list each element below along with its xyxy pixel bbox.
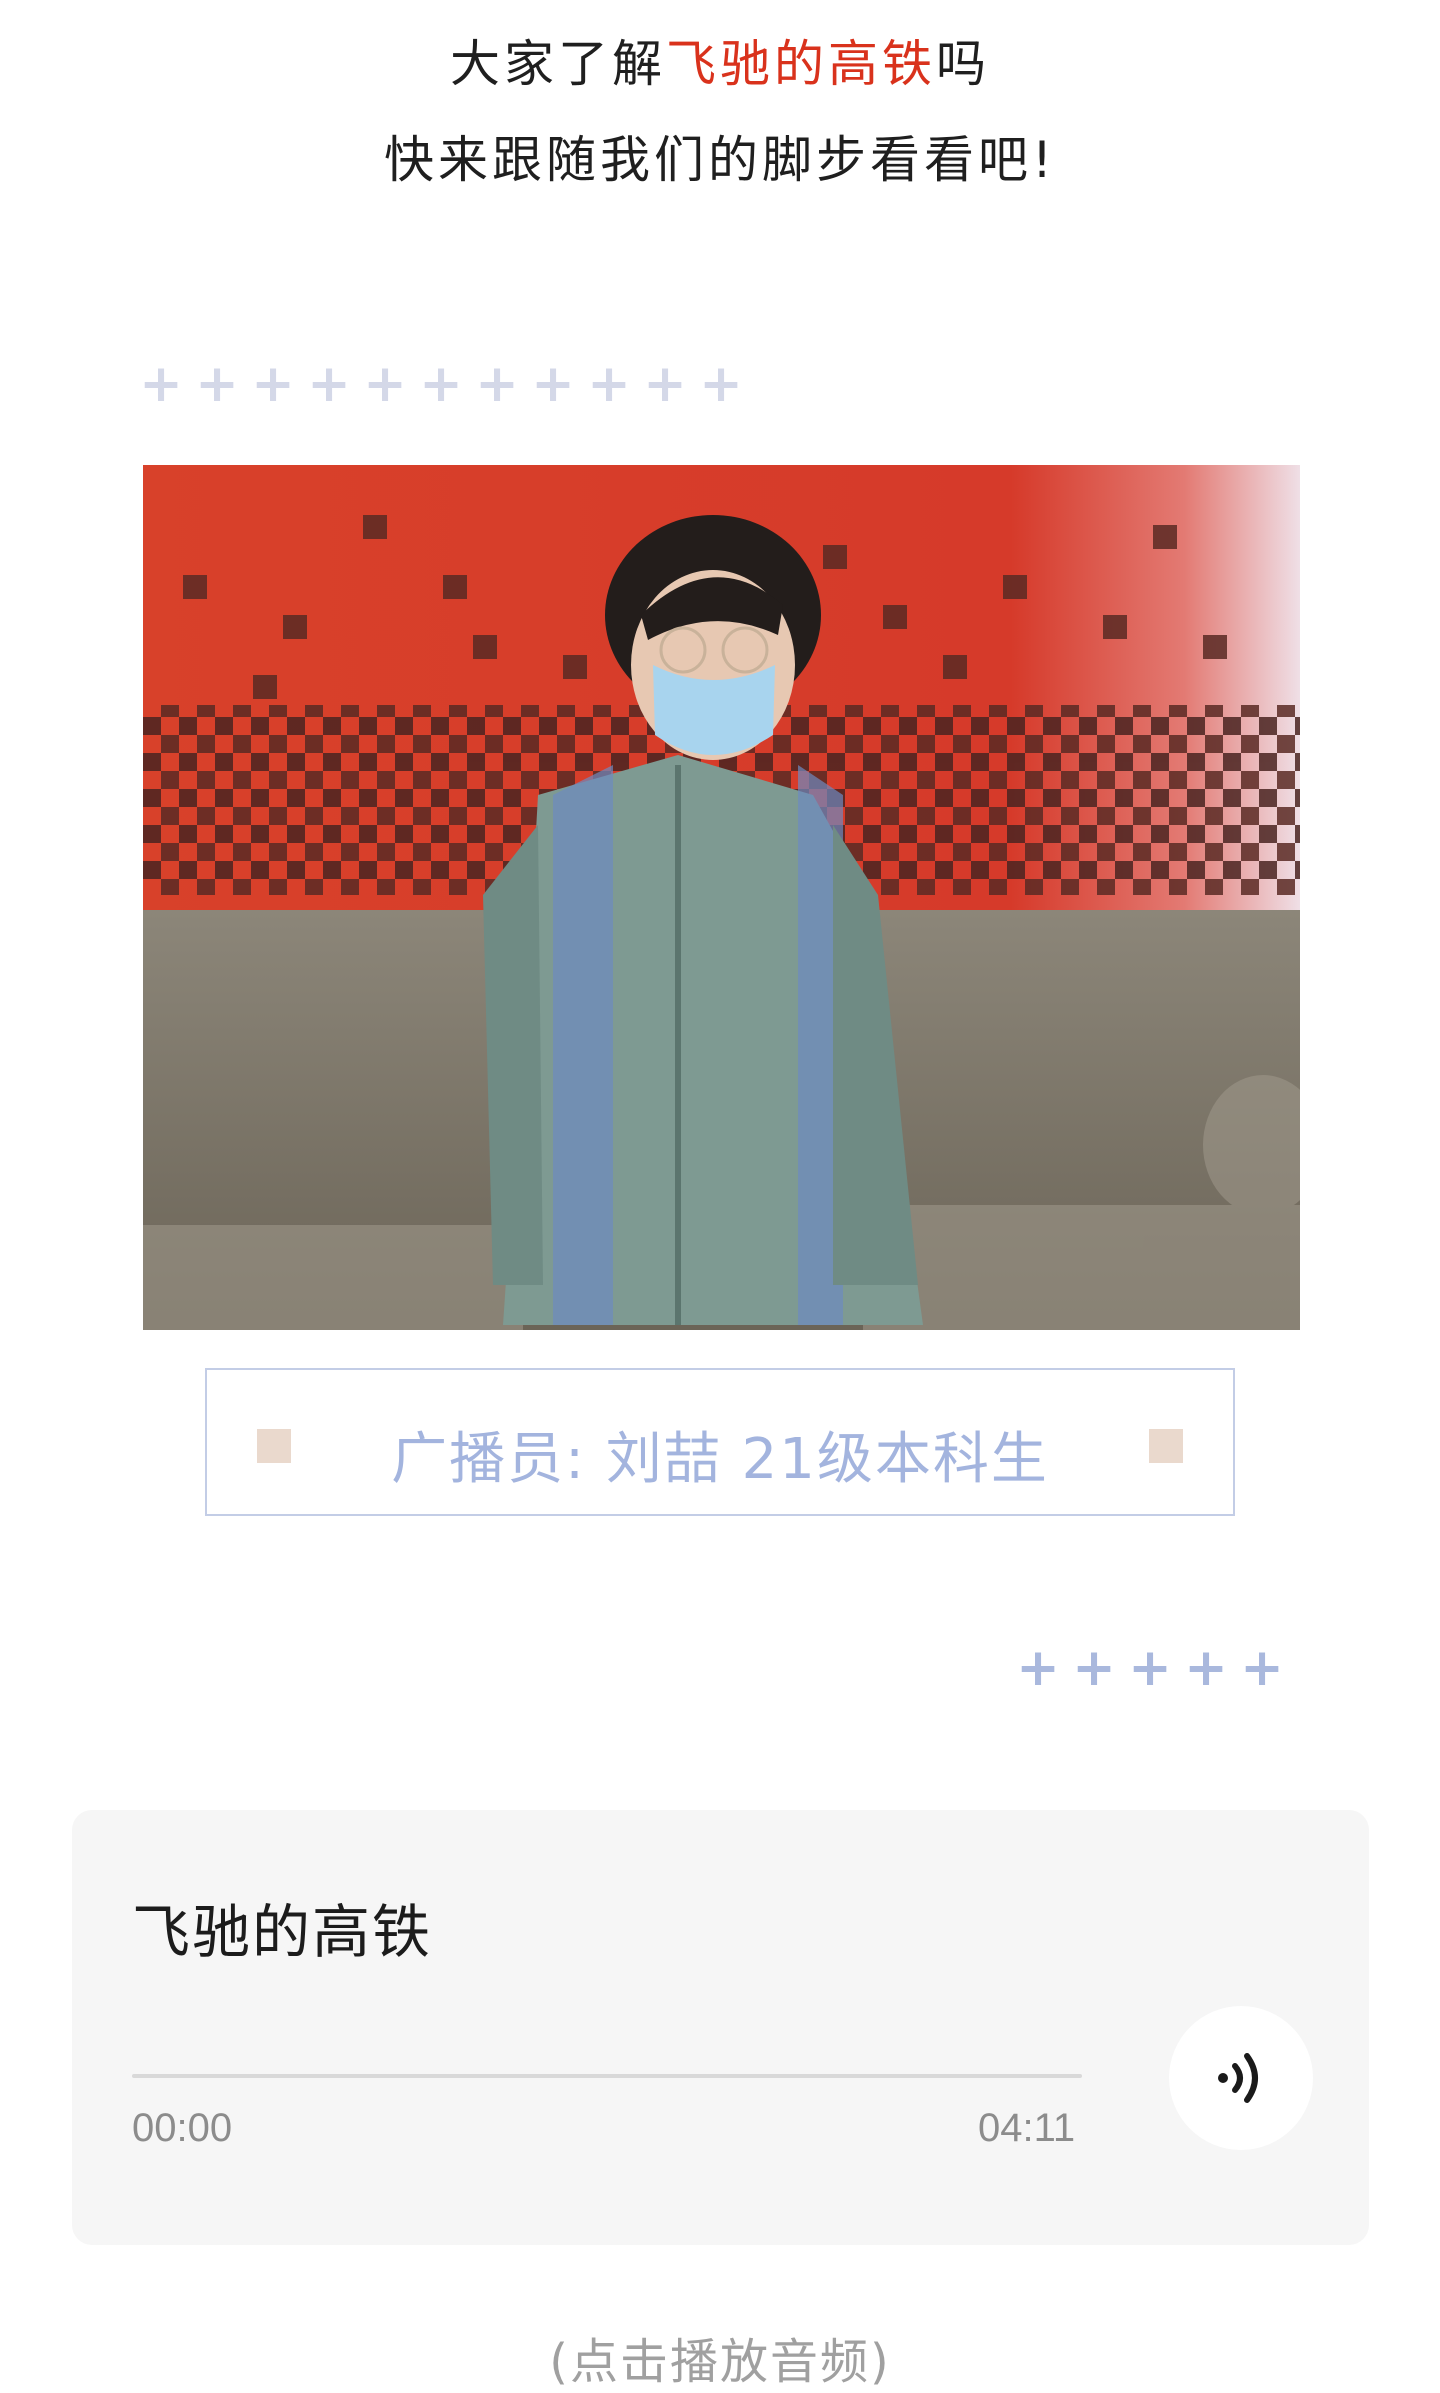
caption-text: 广播员: 刘喆 21级本科生 — [391, 1427, 1049, 1492]
plus-icon: + — [419, 354, 463, 414]
play-audio-button[interactable] — [1169, 2006, 1313, 2150]
plus-icon: + — [475, 354, 519, 414]
plus-icon: + — [643, 354, 687, 414]
plus-icon: + — [1184, 1638, 1228, 1698]
plus-icon: + — [1128, 1638, 1172, 1698]
plus-icon: + — [139, 354, 183, 414]
plus-icon: + — [1016, 1638, 1060, 1698]
intro-prefix: 大家了解 — [450, 35, 666, 93]
decorative-plus-row-bottom: + + + + + — [1010, 1642, 1290, 1694]
plus-icon: + — [251, 354, 295, 414]
intro-suffix: 吗 — [936, 35, 990, 93]
intro-line-2: 快来跟随我们的脚步看看吧! — [383, 131, 1057, 189]
decorative-plus-row-top: + + + + + + + + + + + — [133, 358, 749, 410]
plus-icon: + — [195, 354, 239, 414]
intro-highlight: 飞驰的高铁 — [666, 35, 936, 93]
audio-current-time: 00:00 — [132, 2106, 233, 2150]
decorative-square — [1149, 1429, 1183, 1463]
intro-line-1: 大家了解飞驰的高铁吗 — [0, 24, 1440, 96]
play-hint-text: (点击播放音频) — [549, 2334, 891, 2390]
plus-icon: + — [531, 354, 575, 414]
audio-progress-track[interactable] — [132, 2074, 1082, 2078]
sound-wave-icon — [1218, 2053, 1258, 2103]
plus-icon: + — [587, 354, 631, 414]
plus-icon: + — [1072, 1638, 1116, 1698]
audio-total-time: 04:11 — [978, 2106, 1076, 2150]
plus-icon: + — [363, 354, 407, 414]
plus-icon: + — [307, 354, 351, 414]
caption-box: 广播员: 刘喆 21级本科生 — [205, 1368, 1235, 1516]
plus-icon: + — [699, 354, 743, 414]
audio-player-card[interactable]: 飞驰的高铁 00:00 04:11 — [72, 1810, 1369, 2245]
plus-icon: + — [1240, 1638, 1284, 1698]
audio-title: 飞驰的高铁 — [132, 1898, 433, 1966]
announcer-photo — [143, 465, 1300, 1330]
